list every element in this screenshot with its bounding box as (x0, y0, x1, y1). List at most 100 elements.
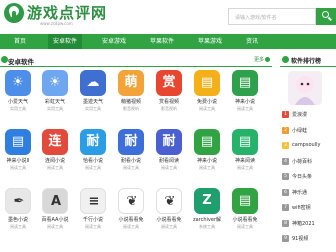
ranking-item[interactable]: 6 神乐通 (282, 186, 336, 200)
read-icon[interactable]: 耐 (80, 129, 106, 155)
app-name[interactable]: 墨色小说 (0, 216, 36, 223)
ranking-item[interactable]: 3 campsoully (282, 139, 336, 153)
app-name[interactable]: 小说看看免 (227, 216, 263, 223)
app-card[interactable]: ▤ 神来小说 阅读工具 (227, 70, 263, 122)
app-card[interactable]: ❦ 小说看看免 阅读工具 (151, 188, 187, 240)
rank-name[interactable]: 神箱2021 (292, 220, 315, 227)
app-card[interactable]: 耐耐看阅读 阅读工具 (151, 129, 187, 181)
book-icon[interactable]: ▤ (232, 70, 258, 96)
read-icon[interactable]: 耐 (118, 129, 144, 155)
app-card[interactable]: ▤ 神来阅读 阅读工具 (227, 129, 263, 181)
rank-name[interactable]: 91视频 (292, 235, 308, 242)
ranking-item[interactable]: 5 今日头条 (282, 170, 336, 184)
ranking-item[interactable]: 8 神箱2021 (282, 217, 336, 231)
app-card[interactable]: 萌萌猪视频 影音视听 (113, 70, 149, 122)
app-card[interactable]: ✒ 墨色小说 阅读工具 (0, 188, 36, 240)
ranking-item[interactable]: 4 小荷百科 (282, 155, 336, 169)
app-card[interactable]: 连连阅小说 阅读工具 (37, 129, 73, 181)
search-input[interactable]: 请输入游戏/软件名 (228, 8, 316, 25)
weather-icon[interactable]: ☀ (42, 70, 68, 96)
book-icon[interactable]: ▤ (232, 188, 258, 214)
app-name[interactable]: 小说看看免 (113, 216, 149, 223)
logo-icon[interactable] (4, 3, 24, 23)
reward-icon[interactable]: 赏 (156, 70, 182, 96)
app-card[interactable]: ≡ 千行小说 阅读工具 (75, 188, 111, 240)
rank-name[interactable]: campsoully (292, 142, 320, 148)
nav-android-apps[interactable]: 安卓软件 (48, 34, 82, 49)
book-icon[interactable]: ▤ (194, 70, 220, 96)
app-name[interactable]: 神来阅读 (227, 157, 263, 164)
section-divider (0, 66, 272, 67)
weather-icon[interactable]: ☀ (5, 70, 31, 96)
app-card[interactable]: ❦ 小说看看免 阅读工具 (113, 188, 149, 240)
app-card[interactable]: ☁ 墨迹天气 实用工具 (75, 70, 111, 122)
link-icon[interactable]: 连 (42, 129, 68, 155)
app-card[interactable]: ▤ 小说看看免 阅读工具 (227, 188, 263, 240)
app-name[interactable]: 赏看视频 (151, 98, 187, 105)
app-name[interactable]: 小说看看免 (151, 216, 187, 223)
app-name[interactable]: 百看AA小说 (37, 216, 73, 223)
nav-apple-apps[interactable]: 苹果软件 (144, 34, 180, 49)
app-name[interactable]: 恰看小说 (75, 157, 111, 164)
app-card[interactable]: 耐恰看小说 阅读工具 (75, 129, 111, 181)
featured-thumbnail[interactable] (288, 71, 322, 105)
app-card[interactable]: 赏赏看视频 影音视听 (151, 70, 187, 122)
pig-icon[interactable]: 萌 (118, 70, 144, 96)
ranking-item[interactable]: 1 爱浪漫 (282, 108, 336, 122)
logo-text[interactable]: 游戏点评网 (27, 2, 107, 23)
rank-name[interactable]: 小荷百科 (292, 158, 312, 165)
feather-icon[interactable]: ❦ (118, 188, 144, 214)
rank-name[interactable]: wifi密钥 (292, 204, 311, 211)
sidebar-title: 软件排行榜 (291, 58, 322, 65)
book-icon[interactable]: ▤ (232, 129, 258, 155)
app-name[interactable]: 神来小说 (227, 98, 263, 105)
app-card[interactable]: ▤ 神来小说II 阅读工具 (0, 129, 36, 181)
app-name[interactable]: 神来小说II (0, 157, 36, 164)
cloud-icon[interactable]: ☁ (80, 70, 106, 96)
app-name[interactable]: 小爱天气 (0, 98, 36, 105)
text-icon[interactable]: A (42, 188, 68, 214)
app-name[interactable]: 连阅小说 (37, 157, 73, 164)
app-name[interactable]: 神来小说 (189, 157, 225, 164)
archive-icon[interactable]: Z (194, 188, 220, 214)
app-card[interactable]: ▤ 神来小说 阅读工具 (189, 129, 225, 181)
sidebar-icon (282, 56, 289, 63)
app-name[interactable]: 墨迹天气 (75, 98, 111, 105)
app-name[interactable]: zarchiver解 (189, 216, 225, 223)
app-name[interactable]: 千行小说 (75, 216, 111, 223)
app-card[interactable]: ▤ 免费小说 阅读工具 (189, 70, 225, 122)
nav-home[interactable]: 首页 (6, 34, 34, 49)
rank-name[interactable]: 今日头条 (292, 173, 312, 180)
app-name[interactable]: 彩虹天气 (37, 98, 73, 105)
app-card[interactable]: ☀ 彩虹天气 实用工具 (37, 70, 73, 122)
ranking-item[interactable]: 7 wifi密钥 (282, 201, 336, 215)
rank-name[interactable]: 爱浪漫 (292, 111, 307, 118)
book-icon[interactable]: ▤ (194, 129, 220, 155)
rank-number: 2 (282, 126, 289, 134)
rank-name[interactable]: 小绿蛙 (292, 127, 307, 134)
ranking-item[interactable]: 9 91视频 (282, 232, 336, 246)
app-name[interactable]: 耐看小说 (113, 157, 149, 164)
app-card[interactable]: ☀ 小爱天气 实用工具 (0, 70, 36, 122)
nav-android-games[interactable]: 安卓游戏 (96, 34, 132, 49)
rank-number: 5 (282, 173, 289, 180)
app-card[interactable]: Zzarchiver解 系统工具 (189, 188, 225, 240)
nav-apple-games[interactable]: 苹果游戏 (192, 34, 228, 49)
search-button[interactable] (316, 8, 336, 25)
nav-news[interactable]: 资讯 (240, 34, 264, 49)
app-card[interactable]: 耐耐看小说 阅读工具 (113, 129, 149, 181)
feather-icon[interactable]: ❦ (156, 188, 182, 214)
rank-name[interactable]: 神乐通 (292, 189, 307, 196)
scroll-icon[interactable]: ≡ (80, 188, 106, 214)
more-arrow-icon[interactable] (265, 57, 270, 62)
main-nav: 首页 安卓软件 安卓游戏 苹果软件 苹果游戏 资讯 (0, 34, 336, 49)
app-name[interactable]: 萌猪视频 (113, 98, 149, 105)
read-icon[interactable]: 耐 (156, 129, 182, 155)
app-card[interactable]: A 百看AA小说 阅读工具 (37, 188, 73, 240)
app-name[interactable]: 免费小说 (189, 98, 225, 105)
ranking-item[interactable]: 2 小绿蛙 (282, 124, 336, 138)
more-link[interactable]: 更多 (254, 56, 264, 63)
app-name[interactable]: 耐看阅读 (151, 157, 187, 164)
book-icon[interactable]: ▤ (5, 129, 31, 155)
ink-icon[interactable]: ✒ (5, 188, 31, 214)
